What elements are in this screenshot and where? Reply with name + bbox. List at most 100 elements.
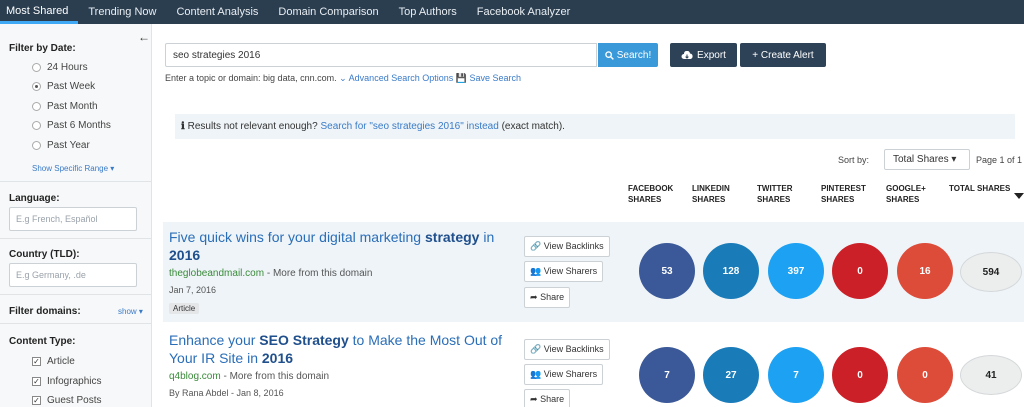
pinterest-shares-count: 0 (832, 243, 888, 299)
more-from-domain-link[interactable]: - More from this domain (221, 371, 329, 382)
article-domain: theglobeandmail.com - More from this dom… (169, 268, 372, 279)
share-button[interactable]: ➦ Share (524, 389, 571, 407)
share-icon: ➦ (530, 394, 538, 404)
col-google-shares[interactable]: GOOGLE+ SHARES (886, 183, 926, 205)
search-button[interactable]: Search! (598, 43, 658, 67)
save-search-link[interactable]: 💾 Save Search (456, 73, 521, 83)
relevance-notice: ℹ Results not relevant enough? Search fo… (175, 114, 1015, 139)
facebook-shares-count: 53 (639, 243, 695, 299)
tab-top-authors[interactable]: Top Authors (389, 0, 467, 24)
content-type-infographics[interactable]: ✓ Infographics (32, 376, 101, 387)
sort-select[interactable]: Total Shares ▾ (884, 149, 970, 170)
country-title: Country (TLD): (9, 249, 80, 260)
content-type-guest-posts[interactable]: ✓ Guest Posts (32, 395, 101, 406)
view-backlinks-button[interactable]: 🔗 View Backlinks (524, 236, 610, 257)
tab-content-analysis[interactable]: Content Analysis (166, 0, 268, 24)
share-icon: ➦ (530, 292, 538, 302)
radio-checked-icon[interactable] (32, 82, 41, 91)
radio-icon[interactable] (32, 141, 41, 150)
domain-link[interactable]: theglobeandmail.com (169, 268, 264, 279)
col-facebook-shares[interactable]: FACEBOOK SHARES (628, 183, 673, 205)
col-linkedin-shares[interactable]: LINKEDIN SHARES (692, 183, 730, 205)
twitter-shares-count: 397 (768, 243, 824, 299)
divider (0, 181, 151, 182)
linkedin-shares-count: 27 (703, 347, 759, 403)
divider (0, 294, 151, 295)
linkedin-shares-count: 128 (703, 243, 759, 299)
checkbox-checked-icon[interactable]: ✓ (32, 357, 41, 366)
more-from-domain-link[interactable]: - More from this domain (264, 268, 373, 279)
tab-facebook-analyzer[interactable]: Facebook Analyzer (467, 0, 581, 24)
sort-desc-icon[interactable] (1014, 193, 1024, 199)
google-shares-count: 0 (897, 347, 953, 403)
date-option-24h[interactable]: 24 Hours (32, 62, 88, 73)
domain-link[interactable]: q4blog.com (169, 371, 221, 382)
filter-domains-show-link[interactable]: show ▾ (118, 307, 143, 316)
col-twitter-shares[interactable]: TWITTER SHARES (757, 183, 793, 205)
radio-icon[interactable] (32, 63, 41, 72)
cloud-download-icon (681, 50, 693, 59)
article-date: Jan 7, 2016 (169, 285, 217, 295)
tab-domain-comparison[interactable]: Domain Comparison (268, 0, 388, 24)
content-type-title: Content Type: (9, 336, 76, 347)
search-hint: Enter a topic or domain: big data, cnn.c… (165, 73, 522, 83)
save-icon: 💾 (455, 73, 467, 83)
date-option-past-week[interactable]: Past Week (32, 81, 95, 92)
result-row: Enhance your SEO Strategy to Make the Mo… (163, 325, 1024, 407)
google-shares-count: 16 (897, 243, 953, 299)
radio-icon[interactable] (32, 102, 41, 111)
col-pinterest-shares[interactable]: PINTEREST SHARES (821, 183, 866, 205)
result-row: Five quick wins for your digital marketi… (163, 222, 1024, 322)
date-option-past-6-months[interactable]: Past 6 Months (32, 120, 111, 131)
info-icon: ℹ (181, 121, 185, 132)
content-type-badge: Article (169, 303, 200, 314)
chevron-down-icon: ⌄ (339, 73, 347, 83)
radio-icon[interactable] (32, 121, 41, 130)
search-input[interactable] (165, 43, 597, 67)
date-option-past-year[interactable]: Past Year (32, 140, 90, 151)
total-shares-count: 594 (960, 252, 1022, 292)
view-sharers-button[interactable]: 👥 View Sharers (524, 364, 604, 385)
article-title-link[interactable]: Enhance your SEO Strategy to Make the Mo… (169, 331, 509, 367)
export-button[interactable]: Export (670, 43, 737, 67)
link-icon: 🔗 (530, 241, 542, 251)
caret-down-icon: ▾ (951, 154, 957, 165)
article-domain: q4blog.com - More from this domain (169, 371, 329, 382)
caret-down-icon: ▾ (110, 164, 115, 173)
filter-date-title: Filter by Date: (9, 43, 76, 54)
users-icon: 👥 (530, 266, 542, 276)
divider (0, 323, 151, 324)
sort-by-label: Sort by: (838, 155, 870, 165)
share-button[interactable]: ➦ Share (524, 287, 571, 308)
language-input[interactable] (9, 207, 137, 231)
show-specific-range-link[interactable]: Show Specific Range ▾ (32, 164, 114, 173)
article-date: By Rana Abdel - Jan 8, 2016 (169, 388, 284, 398)
content-type-article[interactable]: ✓ Article (32, 356, 75, 367)
pinterest-shares-count: 0 (832, 347, 888, 403)
pagination-label: Page 1 of 1 (976, 155, 1023, 165)
total-shares-count: 41 (960, 355, 1022, 395)
create-alert-button[interactable]: + Create Alert (740, 43, 826, 67)
link-icon: 🔗 (530, 344, 542, 354)
view-sharers-button[interactable]: 👥 View Sharers (524, 261, 604, 282)
view-backlinks-button[interactable]: 🔗 View Backlinks (524, 339, 610, 360)
users-icon: 👥 (530, 369, 542, 379)
twitter-shares-count: 7 (768, 347, 824, 403)
tab-trending-now[interactable]: Trending Now (78, 0, 166, 24)
checkbox-checked-icon[interactable]: ✓ (32, 396, 41, 405)
article-title-link[interactable]: Five quick wins for your digital marketi… (169, 228, 509, 264)
arrow-left-icon[interactable]: ← (138, 30, 150, 44)
caret-down-icon: ▾ (138, 307, 143, 316)
filter-domains-title: Filter domains: (9, 306, 81, 317)
advanced-search-link[interactable]: ⌄ Advanced Search Options (339, 73, 453, 83)
col-total-shares[interactable]: TOTAL SHARES (949, 183, 1010, 194)
date-option-past-month[interactable]: Past Month (32, 101, 98, 112)
exact-match-link[interactable]: Search for "seo strategies 2016" instead (320, 121, 498, 132)
checkbox-checked-icon[interactable]: ✓ (32, 377, 41, 386)
country-input[interactable] (9, 263, 137, 287)
tab-most-shared[interactable]: Most Shared (0, 0, 79, 24)
language-title: Language: (9, 193, 60, 204)
divider (0, 238, 151, 239)
search-icon (604, 50, 614, 60)
filter-sidebar: ← Filter by Date: 24 Hours Past Week Pas… (0, 24, 152, 407)
